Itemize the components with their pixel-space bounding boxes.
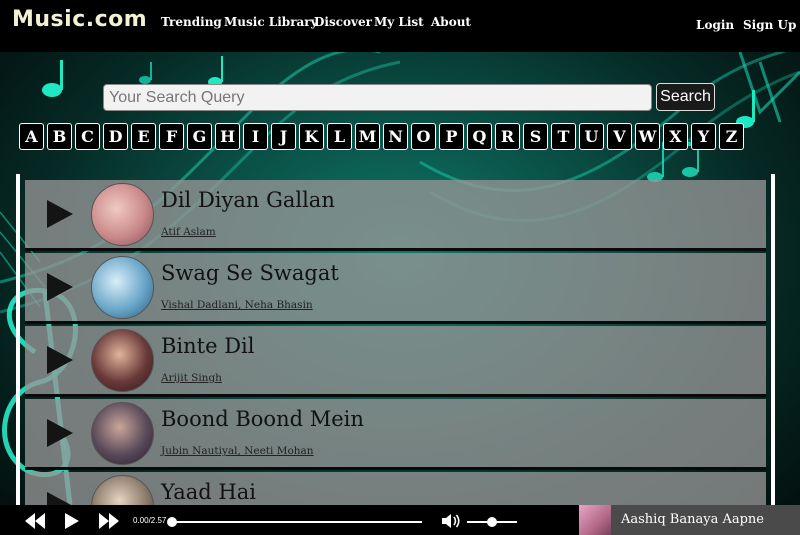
volume-handle[interactable] (487, 517, 497, 527)
letter-filter-q[interactable]: Q (467, 123, 492, 150)
letter-filter-f[interactable]: F (159, 123, 184, 150)
letter-filter-z[interactable]: Z (719, 123, 744, 150)
song-title[interactable]: Binte Dil (161, 334, 255, 358)
letter-filter-x[interactable]: X (663, 123, 688, 150)
play-icon[interactable] (47, 273, 73, 301)
song-title[interactable]: Yaad Hai (161, 480, 256, 504)
letter-filter-t[interactable]: T (551, 123, 576, 150)
play-icon[interactable] (47, 419, 73, 447)
audio-player: 0.00/2.57 Aashiq Banaya Aapne (0, 505, 800, 535)
letter-filter-j[interactable]: J (271, 123, 296, 150)
previous-icon[interactable] (24, 513, 46, 529)
now-playing-title: Aashiq Banaya Aapne (621, 512, 764, 527)
next-icon[interactable] (98, 513, 120, 529)
nav-about[interactable]: About (431, 15, 471, 29)
play-pause-icon[interactable] (64, 513, 80, 529)
letter-filter-a[interactable]: A (19, 123, 44, 150)
letter-filter-u[interactable]: U (579, 123, 604, 150)
seek-bar[interactable] (172, 521, 422, 523)
album-art (91, 183, 154, 246)
letter-filter-s[interactable]: S (523, 123, 548, 150)
play-icon[interactable] (47, 492, 73, 505)
nav-trending[interactable]: Trending (161, 15, 222, 29)
volume-icon[interactable] (442, 513, 462, 529)
nav-music-library[interactable]: Music Library (224, 15, 318, 29)
top-navbar: Music.com Trending Music Library Discove… (0, 0, 800, 52)
letter-filter-p[interactable]: P (439, 123, 464, 150)
letter-filter-g[interactable]: G (187, 123, 212, 150)
song-title[interactable]: Boond Boond Mein (161, 407, 364, 431)
now-playing[interactable]: Aashiq Banaya Aapne (579, 505, 800, 535)
letter-filter-l[interactable]: L (327, 123, 352, 150)
main-stage: Search A B C D E F G H I J K L M N O P Q… (0, 52, 800, 505)
list-border-right (771, 174, 775, 505)
song-list[interactable]: Dil Diyan Gallan Atif Aslam Swag Se Swag… (25, 180, 766, 505)
album-art (91, 402, 154, 465)
letter-filter-e[interactable]: E (131, 123, 156, 150)
song-row[interactable]: Binte Dil Arijit Singh (25, 326, 766, 397)
letter-filter-h[interactable]: H (215, 123, 240, 150)
album-art (91, 329, 154, 392)
login-link[interactable]: Login (696, 18, 734, 32)
letter-filter-i[interactable]: I (243, 123, 268, 150)
song-title[interactable]: Swag Se Swagat (161, 261, 339, 285)
nav-discover[interactable]: Discover (314, 15, 372, 29)
song-row[interactable]: Boond Boond Mein Jubin Nautiyal, Neeti M… (25, 399, 766, 470)
site-logo[interactable]: Music.com (12, 7, 147, 32)
now-playing-art (579, 505, 611, 535)
nav-my-list[interactable]: My List (374, 15, 424, 29)
play-icon[interactable] (47, 346, 73, 374)
seek-handle[interactable] (167, 517, 177, 527)
time-display: 0.00/2.57 (133, 516, 167, 525)
song-row[interactable]: Yaad Hai (25, 472, 766, 505)
letter-filter-c[interactable]: C (75, 123, 100, 150)
song-artist-link[interactable]: Vishal Dadlani, Neha Bhasin (161, 299, 313, 311)
letter-filter-n[interactable]: N (383, 123, 408, 150)
song-row[interactable]: Dil Diyan Gallan Atif Aslam (25, 180, 766, 251)
album-art (91, 475, 154, 505)
song-row[interactable]: Swag Se Swagat Vishal Dadlani, Neha Bhas… (25, 253, 766, 324)
letter-filter-r[interactable]: R (495, 123, 520, 150)
song-artist-link[interactable]: Arijit Singh (161, 372, 222, 384)
letter-filter-m[interactable]: M (355, 123, 380, 150)
album-art (91, 256, 154, 319)
letter-filter-b[interactable]: B (47, 123, 72, 150)
letter-filter-k[interactable]: K (299, 123, 324, 150)
play-icon[interactable] (47, 200, 73, 228)
song-artist-link[interactable]: Atif Aslam (161, 226, 216, 238)
song-title[interactable]: Dil Diyan Gallan (161, 188, 335, 212)
letter-filter-o[interactable]: O (411, 123, 436, 150)
letter-filter-y[interactable]: Y (691, 123, 716, 150)
letter-filter-v[interactable]: V (607, 123, 632, 150)
alphabet-filter: A B C D E F G H I J K L M N O P Q R S T … (19, 123, 744, 150)
list-border-left (16, 174, 20, 505)
search-button[interactable]: Search (656, 83, 715, 111)
song-artist-link[interactable]: Jubin Nautiyal, Neeti Mohan (161, 445, 314, 457)
letter-filter-d[interactable]: D (103, 123, 128, 150)
signup-link[interactable]: Sign Up (743, 18, 796, 32)
search-input[interactable] (103, 84, 652, 111)
letter-filter-w[interactable]: W (635, 123, 660, 150)
